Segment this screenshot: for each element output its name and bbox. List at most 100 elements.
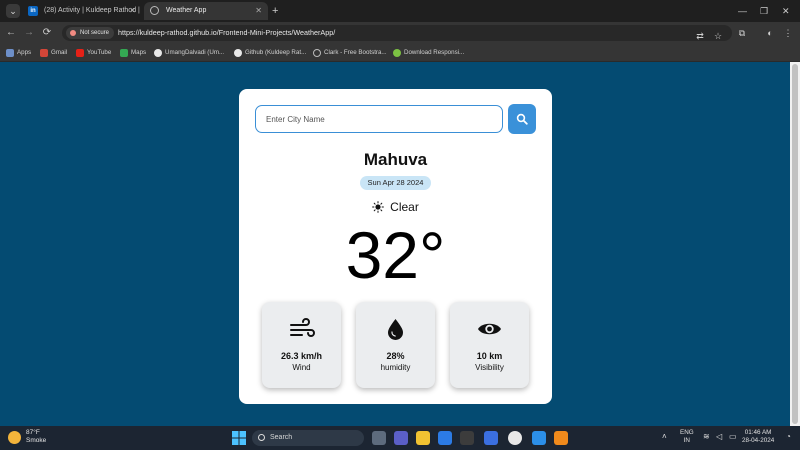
bookmark-download-responsive[interactable]: Download Responsi... bbox=[393, 46, 464, 60]
leaf-icon bbox=[393, 49, 401, 57]
translate-icon[interactable]: ⇄ bbox=[694, 28, 706, 44]
temperature-value: 32° bbox=[345, 218, 446, 292]
tab-label: Weather App bbox=[166, 7, 207, 14]
apps-grid-icon bbox=[6, 49, 14, 57]
city-name: Mahuva bbox=[363, 150, 428, 169]
app-icon[interactable] bbox=[460, 431, 474, 445]
globe-icon bbox=[150, 6, 159, 15]
vlc-icon[interactable] bbox=[554, 431, 568, 445]
screen: ⌄ in (28) Activity | Kuldeep Rathod | ✕ … bbox=[0, 0, 800, 450]
volume-icon[interactable]: ◁ bbox=[716, 433, 722, 441]
tray-chevron-icon[interactable]: ˄ bbox=[662, 433, 667, 441]
condition-label: Clear bbox=[390, 200, 419, 214]
close-tab-icon[interactable]: ✕ bbox=[255, 2, 262, 20]
address-bar[interactable]: Not secure https://kuldeep-rathod.github… bbox=[62, 25, 732, 41]
scrollbar-thumb[interactable] bbox=[792, 64, 798, 424]
gmail-icon bbox=[40, 49, 48, 57]
back-button[interactable]: ← bbox=[4, 25, 18, 41]
windows-taskbar: 87°F Smoke Search ˄ ENG IN ≋ ◁ ▭ 01:46 A… bbox=[0, 426, 800, 450]
search-icon bbox=[516, 113, 528, 125]
security-chip-label: Not secure bbox=[80, 30, 110, 36]
chrome-icon[interactable] bbox=[508, 431, 522, 445]
wind-stat-card: 26.3 km/h Wind bbox=[262, 302, 341, 388]
wind-label: Wind bbox=[292, 363, 311, 372]
task-view-icon[interactable] bbox=[372, 431, 386, 445]
weather-condition: Clear bbox=[239, 200, 552, 214]
search-icon bbox=[258, 434, 265, 441]
extensions-icon[interactable]: ⧉ bbox=[736, 25, 748, 41]
humidity-label: humidity bbox=[380, 363, 411, 372]
reload-button[interactable]: ⟳ bbox=[40, 25, 54, 41]
bookmark-label: YouTube bbox=[87, 49, 112, 56]
forward-button[interactable]: → bbox=[22, 25, 36, 41]
taskbar-search-box[interactable]: Search bbox=[252, 430, 364, 446]
weather-card: Mahuva Sun Apr 28 2024 Clear 32° bbox=[239, 89, 552, 404]
visibility-value: 10 km bbox=[476, 351, 503, 361]
new-tab-button[interactable]: + bbox=[272, 2, 278, 20]
bookmark-label: Gmail bbox=[51, 49, 68, 56]
bookmark-apps[interactable]: Apps bbox=[6, 46, 31, 60]
droplet-icon bbox=[388, 319, 403, 340]
bookmark-maps[interactable]: Maps bbox=[120, 46, 146, 60]
wind-icon bbox=[290, 318, 315, 337]
taskbar-search-label: Search bbox=[270, 434, 293, 441]
bookmark-github-kuldeep[interactable]: Github (Kuldeep Rat... bbox=[234, 46, 306, 60]
store-icon[interactable] bbox=[438, 431, 452, 445]
bookmark-label: Apps bbox=[17, 49, 32, 56]
close-tab-icon[interactable]: ✕ bbox=[129, 2, 136, 20]
eye-icon bbox=[478, 323, 501, 335]
bookmark-clark[interactable]: Clark - Free Bootstra... bbox=[313, 46, 387, 60]
clock[interactable]: 01:46 AM 28-04-2024 bbox=[742, 429, 774, 445]
language-code: ENG bbox=[680, 429, 694, 436]
taskbar-weather-widget[interactable]: 87°F Smoke bbox=[8, 429, 46, 445]
clock-time: 01:46 AM bbox=[744, 429, 772, 436]
bookmark-star-icon[interactable]: ☆ bbox=[712, 28, 724, 44]
tab-linkedin[interactable]: in (28) Activity | Kuldeep Rathod | ✕ bbox=[22, 2, 142, 20]
url-text[interactable]: https://kuldeep-rathod.github.io/Fronten… bbox=[118, 25, 335, 41]
page-viewport: Mahuva Sun Apr 28 2024 Clear 32° bbox=[0, 62, 790, 426]
city-search-input[interactable] bbox=[255, 105, 503, 133]
weather-sun-icon bbox=[8, 431, 21, 444]
globe-icon bbox=[313, 49, 321, 57]
file-explorer-icon[interactable] bbox=[416, 431, 430, 445]
bookmark-label: Maps bbox=[131, 49, 147, 56]
tab-weather-app[interactable]: Weather App ✕ bbox=[144, 2, 268, 20]
linkedin-icon: in bbox=[28, 6, 38, 16]
menu-kebab-icon[interactable]: ⋮ bbox=[782, 25, 794, 41]
close-window-icon[interactable]: ✕ bbox=[782, 2, 790, 20]
profile-avatar-icon[interactable]: ◐ bbox=[764, 25, 776, 41]
maps-icon bbox=[120, 49, 128, 57]
bookmark-label: UmangDalvadi (Um... bbox=[165, 49, 225, 56]
wind-value: 26.3 km/h bbox=[280, 351, 323, 361]
notifications-icon[interactable]: ◔ bbox=[786, 433, 791, 441]
region-code: IN bbox=[683, 437, 690, 444]
battery-icon[interactable]: ▭ bbox=[729, 433, 737, 441]
humidity-stat-card: 28% humidity bbox=[356, 302, 435, 388]
minimize-icon[interactable]: — bbox=[738, 2, 747, 20]
vscode-icon[interactable] bbox=[532, 431, 546, 445]
maximize-icon[interactable]: ❐ bbox=[760, 2, 768, 20]
visibility-stat-card: 10 km Visibility bbox=[450, 302, 529, 388]
security-chip[interactable]: Not secure bbox=[66, 27, 115, 39]
wifi-icon[interactable]: ≋ bbox=[703, 433, 710, 441]
browser-toolbar: ← → ⟳ Not secure https://kuldeep-rathod.… bbox=[0, 22, 800, 44]
bookmark-label: Download Responsi... bbox=[404, 49, 465, 56]
teams-icon[interactable] bbox=[394, 431, 408, 445]
taskbar-weather-temp: 87°F bbox=[26, 429, 40, 436]
bookmark-umangdalvadi[interactable]: UmangDalvadi (Um... bbox=[154, 46, 224, 60]
page-scrollbar[interactable] bbox=[790, 62, 800, 426]
search-button[interactable] bbox=[508, 104, 536, 134]
bookmark-youtube[interactable]: YouTube bbox=[76, 46, 111, 60]
youtube-icon bbox=[76, 49, 84, 57]
date-badge: Sun Apr 28 2024 bbox=[360, 176, 431, 190]
windows-start-icon[interactable] bbox=[232, 431, 246, 445]
language-indicator[interactable]: ENG IN bbox=[680, 429, 694, 445]
browser-tab-strip: ⌄ in (28) Activity | Kuldeep Rathod | ✕ … bbox=[0, 0, 800, 22]
taskbar-weather-desc: Smoke bbox=[26, 437, 47, 444]
bookmark-gmail[interactable]: Gmail bbox=[40, 46, 67, 60]
sun-icon bbox=[372, 201, 385, 213]
visibility-label: Visibility bbox=[475, 363, 504, 372]
tab-search-icon[interactable]: ⌄ bbox=[6, 4, 20, 18]
app-icon[interactable] bbox=[484, 431, 498, 445]
tab-label: (28) Activity | Kuldeep Rathod | bbox=[44, 7, 140, 14]
